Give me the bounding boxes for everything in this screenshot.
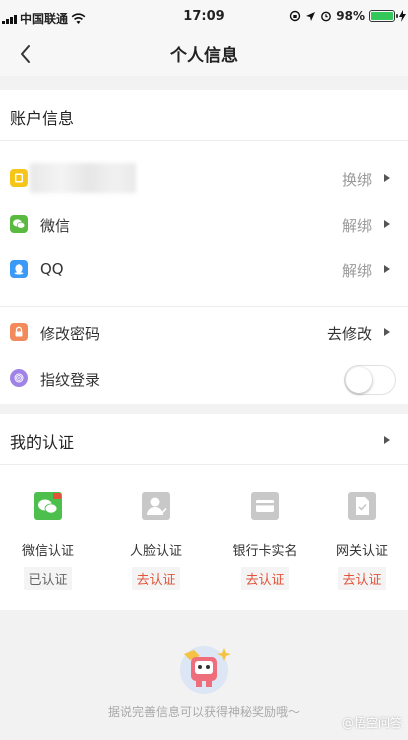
- fingerprint-icon: [10, 369, 28, 387]
- chevron-right-icon: [384, 220, 390, 228]
- qq-icon: [10, 260, 28, 278]
- cert-wechat[interactable]: 微信认证 已认证: [3, 492, 93, 590]
- cert-label: 人脸认证: [129, 544, 182, 559]
- chevron-right-icon: [384, 174, 390, 182]
- rebind-label: 换绑: [341, 171, 372, 189]
- lock-icon: [10, 323, 28, 341]
- cert-status: 去认证: [241, 567, 289, 590]
- cert-bank-card[interactable]: 银行卡实名 去认证: [220, 492, 310, 590]
- toggle-knob: [346, 367, 372, 393]
- chevron-right-icon: [384, 328, 390, 336]
- face-cert-icon: [142, 492, 170, 520]
- status-bar: 中国联通 17:09 98%: [0, 0, 408, 36]
- divider: [0, 464, 408, 465]
- go-modify-label: 去修改: [326, 325, 372, 343]
- cert-label: 网关认证: [335, 544, 388, 559]
- location-icon: [306, 11, 316, 21]
- cert-label: 银行卡实名: [232, 544, 298, 559]
- bank-card-icon: [251, 492, 279, 520]
- cert-face[interactable]: 人脸认证 去认证: [111, 492, 201, 590]
- qq-row[interactable]: QQ 解绑: [0, 248, 408, 292]
- chevron-right-icon: [384, 265, 390, 273]
- watermark: @悟空问答: [341, 716, 402, 730]
- unbind-wechat-label: 解绑: [341, 217, 372, 235]
- chevron-right-icon: [384, 436, 390, 444]
- fingerprint-login-label: 指纹登录: [40, 371, 101, 389]
- nav-bar: 个人信息: [0, 36, 408, 76]
- my-certification-row[interactable]: 我的认证: [0, 414, 408, 464]
- sim-card-icon: [348, 492, 376, 520]
- section-title-certification: 我的认证: [10, 433, 75, 452]
- battery-icon: [369, 10, 398, 22]
- bound-phone-row[interactable]: 换绑: [0, 157, 408, 201]
- qq-label: QQ: [40, 260, 64, 278]
- rotation-lock-icon: [290, 10, 301, 22]
- cert-gateway[interactable]: 网关认证 去认证: [318, 492, 406, 590]
- page-title: 个人信息: [170, 46, 238, 66]
- unbind-qq-label: 解绑: [341, 262, 372, 280]
- cert-status: 已认证: [24, 567, 72, 590]
- wechat-icon: [10, 215, 28, 233]
- account-info-card: 账户信息 换绑 微信 解绑 QQ 解绑 修改密码 去修改 指纹登录: [0, 90, 408, 404]
- wechat-label: 微信: [40, 217, 71, 235]
- wechat-row[interactable]: 微信 解绑: [0, 203, 408, 247]
- cert-label: 微信认证: [21, 544, 74, 559]
- fingerprint-toggle[interactable]: [344, 365, 396, 395]
- robot-mascot-icon: [180, 646, 231, 694]
- section-title-account: 账户信息: [10, 109, 75, 128]
- battery-percent: 98%: [336, 9, 365, 23]
- wechat-cert-icon: [34, 492, 62, 520]
- divider: [0, 306, 408, 307]
- alarm-icon: [321, 11, 332, 22]
- cert-status: 去认证: [132, 567, 180, 590]
- divider: [0, 140, 408, 141]
- change-password-label: 修改密码: [40, 325, 101, 343]
- change-password-row[interactable]: 修改密码 去修改: [0, 311, 408, 355]
- charging-icon: [399, 10, 406, 22]
- cert-status: 去认证: [338, 567, 386, 590]
- blurred-account-value: [30, 163, 136, 193]
- fingerprint-login-row: 指纹登录: [0, 357, 408, 401]
- phone-card-icon: [10, 169, 28, 187]
